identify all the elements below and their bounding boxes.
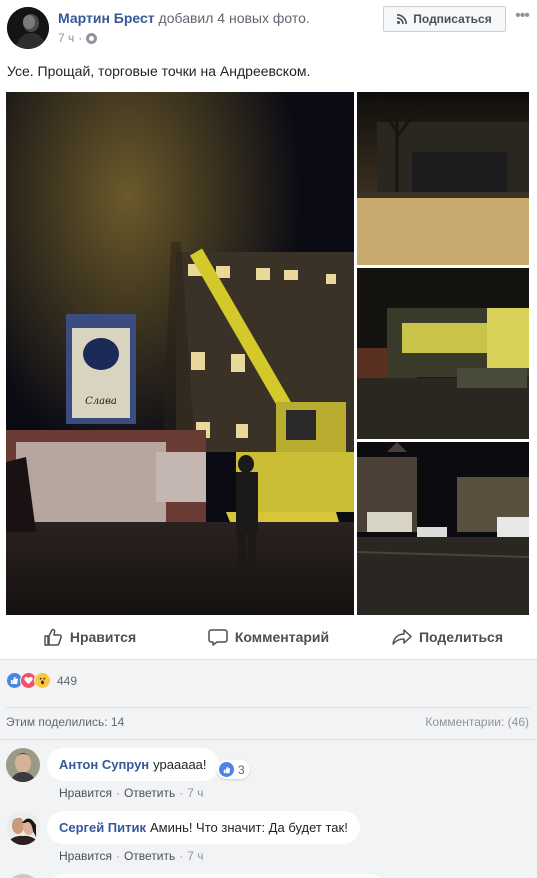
comment-actions: Нравится · Ответить · 7 ч <box>59 849 204 863</box>
comment-item: Антон Супрун урааааа! 3 Нравится · Ответить… <box>6 748 532 808</box>
comment-item: Сергей Питик Аминь! Что значит: Да будет … <box>6 811 532 871</box>
commenter-avatar[interactable] <box>6 811 40 845</box>
comment-label: Комментарий <box>234 629 330 645</box>
share-icon <box>392 629 412 645</box>
post-action-bar: Нравится Комментарий Поделиться <box>0 620 537 654</box>
commenter-avatar-partial[interactable] <box>6 874 40 878</box>
subscribe-button[interactable]: Подписаться <box>383 6 506 32</box>
post-text: Усе. Прощай, торговые точки на Андреевск… <box>7 63 311 79</box>
author-action: добавил 4 новых фото. <box>158 10 310 26</box>
post-header: Мартин Брест добавил 4 новых фото. 7 ч ·… <box>0 0 537 60</box>
share-button[interactable]: Поделиться <box>358 620 537 654</box>
thumbs-up-icon <box>44 628 62 646</box>
reactions-count: 449 <box>57 673 78 688</box>
comments-divider <box>0 739 537 740</box>
comment-author[interactable]: Антон Супрун <box>59 757 149 772</box>
shares-count[interactable]: Этим поделились: 14 <box>6 715 124 729</box>
post-time[interactable]: 7 ч <box>58 31 74 45</box>
globe-icon <box>86 32 98 44</box>
author-line: Мартин Брест добавил 4 новых фото. <box>58 10 310 26</box>
rss-icon <box>397 14 408 24</box>
author-avatar[interactable] <box>7 7 49 49</box>
share-label: Поделиться <box>418 629 504 645</box>
comment-bubble: Антон Супрун урааааа! <box>47 748 219 781</box>
more-icon: ••• <box>515 7 530 24</box>
photo-small-3[interactable] <box>357 442 529 615</box>
comment-time[interactable]: 7 ч <box>187 849 203 863</box>
comment-reply-link[interactable]: Ответить <box>124 849 175 863</box>
wow-icon <box>34 672 51 689</box>
comment-reaction-count: 3 <box>238 762 245 777</box>
comments-count[interactable]: Комментарии: (46) <box>425 715 529 729</box>
feedback-area: 449 Этим поделились: 14 Комментарии: (46… <box>0 659 537 878</box>
comment-text: Аминь! Что значит: Да будет так! <box>150 820 348 835</box>
comment-like-link[interactable]: Нравится <box>59 849 112 863</box>
photo-main[interactable]: Слава <box>6 92 354 615</box>
reactions-summary[interactable]: 449 <box>6 672 77 689</box>
comment-author[interactable]: Сергей Питик <box>59 820 146 835</box>
like-label: Нравится <box>69 629 137 645</box>
comment-like-link[interactable]: Нравится <box>59 786 112 800</box>
like-button[interactable]: Нравится <box>0 620 179 654</box>
comment-button[interactable]: Комментарий <box>179 620 358 654</box>
author-name[interactable]: Мартин Брест <box>58 10 155 26</box>
comment-bubble-partial <box>47 874 387 878</box>
comment-reactions[interactable]: 3 <box>217 760 250 779</box>
comment-icon <box>208 629 228 646</box>
comment-actions: Нравится · Ответить · 7 ч <box>59 786 204 800</box>
photo-small-1[interactable] <box>357 92 529 265</box>
photo-grid: Слава <box>6 92 529 615</box>
more-options-button[interactable]: ••• <box>513 7 531 24</box>
svg-text:Слава: Слава <box>85 396 117 407</box>
subscribe-label: Подписаться <box>413 12 492 26</box>
photo-small-2[interactable] <box>357 268 529 439</box>
like-icon <box>219 762 234 777</box>
comment-bubble: Сергей Питик Аминь! Что значит: Да будет … <box>47 811 360 844</box>
post-meta: 7 ч · <box>58 31 98 45</box>
comment-time[interactable]: 7 ч <box>187 786 203 800</box>
comment-reply-link[interactable]: Ответить <box>124 786 175 800</box>
commenter-avatar[interactable] <box>6 748 40 782</box>
stats-divider <box>6 707 530 708</box>
meta-separator: · <box>78 31 83 45</box>
comment-text: урааааа! <box>153 757 207 772</box>
